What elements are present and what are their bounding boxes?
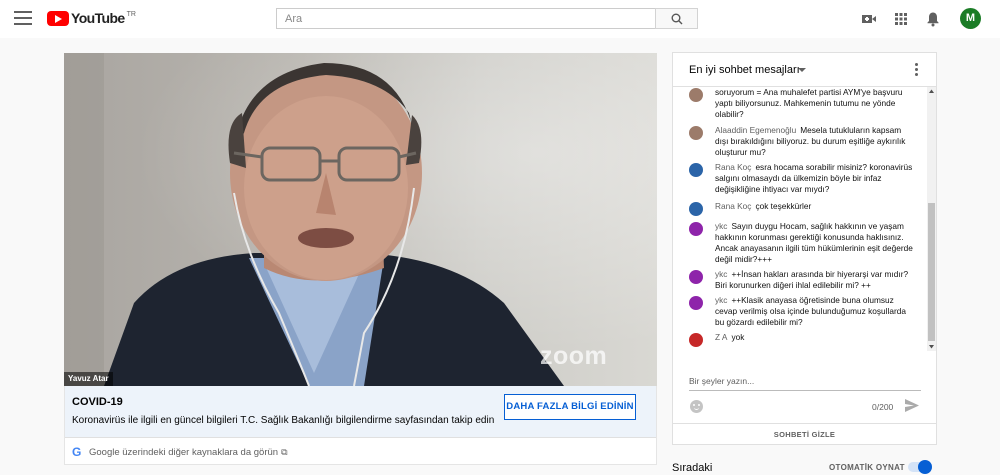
chat-message-input[interactable]: Bir şeyler yazın...	[689, 376, 921, 391]
speaker-video-frame	[64, 53, 564, 386]
info-title: COVID-19	[72, 396, 123, 408]
author-avatar	[689, 202, 703, 216]
autoplay-toggle[interactable]	[908, 460, 932, 474]
speaker-name-label: Yavuz Atar	[64, 372, 113, 386]
chat-message-text: ykc ++Klasik anayasa öğretisinde buna olu…	[715, 295, 915, 328]
video-player[interactable]: zoom Yavuz Atar	[64, 53, 657, 386]
chat-author[interactable]: Z A	[715, 332, 727, 342]
chat-message-list[interactable]: Alaaddin Egemenoğlu Şura Çok sıklıklasor…	[673, 87, 936, 351]
hide-chat-button[interactable]: SOHBETİ GİZLE	[673, 423, 936, 445]
chat-author[interactable]: ykc	[715, 221, 727, 231]
chat-message-body: çok teşekkürler	[755, 201, 812, 211]
search-button[interactable]	[655, 8, 698, 29]
author-avatar	[689, 163, 703, 177]
chat-scrollbar-thumb[interactable]	[928, 203, 935, 341]
create-video-icon[interactable]	[861, 11, 877, 27]
char-counter: 0/200	[872, 402, 894, 412]
chat-author[interactable]: Rana Koç	[715, 162, 751, 172]
chat-author[interactable]: ykc	[715, 295, 727, 305]
author-avatar	[689, 126, 703, 140]
chat-message-body: yok	[731, 332, 745, 342]
youtube-play-icon	[47, 11, 69, 26]
chat-message-text: Alaaddin Egemenoğlu Şura Çok sıklıklasor…	[715, 87, 915, 120]
chat-header: En iyi sohbet mesajları	[673, 53, 936, 87]
autoplay-label: OTOMATİK OYNAT	[829, 463, 905, 472]
logo-country: TR	[126, 11, 136, 18]
author-avatar	[689, 270, 703, 284]
logo-text: YouTube	[71, 10, 125, 26]
chat-message-body: soruyorum = Ana muhalefet partisi AYM'ye…	[715, 87, 903, 119]
notifications-icon[interactable]	[925, 11, 941, 27]
chat-author[interactable]: ykc	[715, 269, 727, 279]
covid-info-panel: COVID-19 Koronavirüs ile ilgili en günce…	[64, 386, 657, 465]
chat-message-text: Rana Koç çok teşekkürler	[715, 201, 915, 212]
chat-message-text: ykc ++İnsan hakları arasında bir hiyerarş…	[715, 269, 915, 291]
info-description: Koronavirüs ile ilgili en güncel bilgile…	[72, 415, 495, 426]
chat-mode-dropdown[interactable]: En iyi sohbet mesajları	[689, 64, 800, 76]
search-icon	[671, 13, 683, 25]
search-input[interactable]: Ara	[276, 8, 656, 29]
google-sources-link[interactable]: G Google üzerindeki diğer kaynaklara da …	[72, 445, 288, 459]
learn-more-button[interactable]: DAHA FAZLA BİLGİ EDİNİN	[504, 394, 636, 420]
chat-message-text: Alaaddin Egemenoğlu Mesela tutukluların k…	[715, 125, 915, 158]
author-avatar	[689, 333, 703, 347]
chat-message-text: ykc Sayın duygu Hocam, sağlık hakkının ve…	[715, 221, 915, 265]
author-avatar	[689, 88, 703, 102]
chevron-down-icon[interactable]	[798, 68, 806, 72]
external-link-icon: ⧉	[281, 446, 288, 457]
emoji-icon[interactable]	[690, 400, 703, 413]
covid-info-box: COVID-19 Koronavirüs ile ilgili en günce…	[65, 386, 656, 438]
send-icon[interactable]	[905, 399, 919, 412]
chat-message-body: Sayın duygu Hocam, sağlık hakkının ve ya…	[715, 221, 913, 264]
youtube-logo[interactable]: YouTube TR	[47, 11, 136, 27]
google-sources-label: Google üzerindeki diğer kaynaklara da gö…	[89, 446, 279, 458]
scroll-up-icon[interactable]	[928, 88, 935, 95]
chat-message-body: ++Klasik anayasa öğretisinde buna olumsu…	[715, 295, 906, 327]
avatar[interactable]: M	[960, 8, 981, 29]
author-avatar	[689, 296, 703, 310]
top-bar: YouTube TR Ara M	[0, 0, 1000, 38]
chat-author[interactable]: Rana Koç	[715, 201, 751, 211]
chat-message-body: ++İnsan hakları arasında bir hiyerarşi v…	[715, 269, 909, 290]
chat-message-text: Rana Koç esra hocama sorabilir misiniz? k…	[715, 162, 915, 195]
chat-author[interactable]: Alaaddin Egemenoğlu	[715, 125, 796, 135]
zoom-watermark: zoom	[540, 342, 608, 370]
up-next-title: Sıradaki	[672, 462, 713, 474]
google-icon: G	[72, 445, 82, 459]
more-options-icon[interactable]	[915, 63, 919, 77]
live-chat-panel: En iyi sohbet mesajları Alaaddin Egemeno…	[672, 52, 937, 445]
chat-message-text: Z A yok	[715, 332, 915, 343]
scroll-down-icon[interactable]	[928, 343, 935, 350]
author-avatar	[689, 222, 703, 236]
apps-icon[interactable]	[893, 11, 909, 27]
menu-icon[interactable]	[14, 11, 32, 27]
